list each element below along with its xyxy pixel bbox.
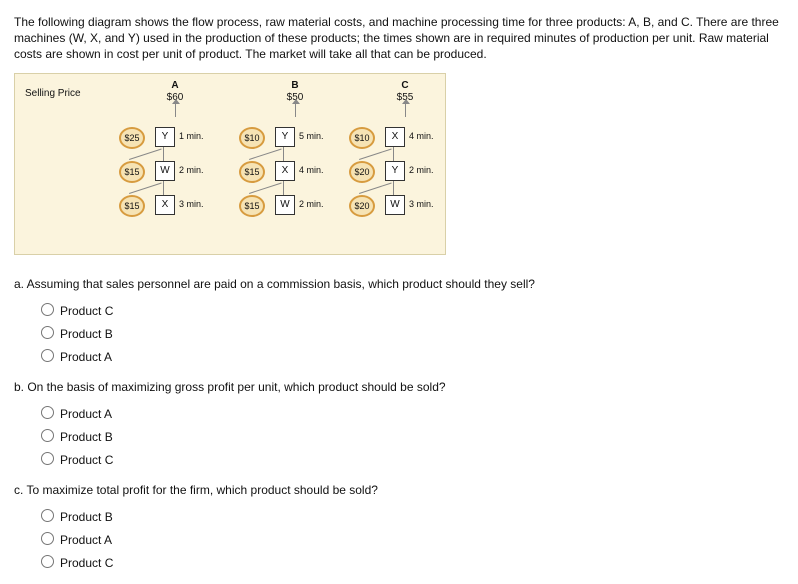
product-c-label: C xyxy=(345,80,465,91)
arrow-up-icon xyxy=(295,103,296,117)
radio-c-2[interactable] xyxy=(41,532,54,545)
cost-badge: $10 xyxy=(349,127,375,149)
option-label: Product B xyxy=(60,327,113,341)
stage-c-3: $20 W 3 min. xyxy=(345,191,465,219)
stage-c-2: $20 Y 2 min. xyxy=(345,157,465,185)
machine-box: Y xyxy=(385,161,405,181)
cost-badge: $25 xyxy=(119,127,145,149)
machine-box: X xyxy=(385,127,405,147)
stage-b-3: $15 W 2 min. xyxy=(235,191,355,219)
radio-a-3[interactable] xyxy=(41,349,54,362)
question-a-options: Product C Product B Product A xyxy=(36,299,784,364)
question-c-options: Product B Product A Product C xyxy=(36,505,784,570)
question-c-text: c. To maximize total profit for the firm… xyxy=(14,483,784,497)
intro-text: The following diagram shows the flow pro… xyxy=(14,14,784,63)
stage-a-3: $15 X 3 min. xyxy=(115,191,235,219)
product-column-c: C $55 $10 X 4 min. $20 Y 2 min. $20 W 3 … xyxy=(345,80,465,219)
product-a-label: A xyxy=(115,80,235,91)
cost-badge: $15 xyxy=(119,195,145,217)
time-label: 4 min. xyxy=(409,131,434,141)
option-label: Product B xyxy=(60,510,113,524)
question-b-options: Product A Product B Product C xyxy=(36,402,784,467)
time-label: 2 min. xyxy=(409,165,434,175)
machine-box: Y xyxy=(155,127,175,147)
stage-a-1: $25 Y 1 min. xyxy=(115,123,235,151)
time-label: 4 min. xyxy=(299,165,324,175)
question-a-text: a. Assuming that sales personnel are pai… xyxy=(14,277,784,291)
product-column-b: B $50 $10 Y 5 min. $15 X 4 min. $15 W 2 … xyxy=(235,80,355,219)
machine-box: W xyxy=(155,161,175,181)
time-label: 5 min. xyxy=(299,131,324,141)
arrow-up-icon xyxy=(405,103,406,117)
option-label: Product C xyxy=(60,556,113,570)
radio-c-3[interactable] xyxy=(41,555,54,568)
time-label: 2 min. xyxy=(299,199,324,209)
option-label: Product A xyxy=(60,350,112,364)
machine-box: W xyxy=(385,195,405,215)
stage-c-1: $10 X 4 min. xyxy=(345,123,465,151)
stage-b-1: $10 Y 5 min. xyxy=(235,123,355,151)
radio-a-2[interactable] xyxy=(41,326,54,339)
cost-badge: $20 xyxy=(349,195,375,217)
time-label: 3 min. xyxy=(179,199,204,209)
machine-box: W xyxy=(275,195,295,215)
radio-b-1[interactable] xyxy=(41,406,54,419)
machine-box: X xyxy=(275,161,295,181)
product-b-label: B xyxy=(235,80,355,91)
stage-b-2: $15 X 4 min. xyxy=(235,157,355,185)
option-label: Product C xyxy=(60,304,113,318)
time-label: 1 min. xyxy=(179,131,204,141)
arrow-up-icon xyxy=(175,103,176,117)
radio-b-3[interactable] xyxy=(41,452,54,465)
option-label: Product B xyxy=(60,430,113,444)
option-label: Product C xyxy=(60,453,113,467)
stage-a-2: $15 W 2 min. xyxy=(115,157,235,185)
question-b-text: b. On the basis of maximizing gross prof… xyxy=(14,380,784,394)
option-label: Product A xyxy=(60,533,112,547)
cost-badge: $15 xyxy=(119,161,145,183)
radio-a-1[interactable] xyxy=(41,303,54,316)
selling-price-label: Selling Price xyxy=(25,88,81,99)
time-label: 3 min. xyxy=(409,199,434,209)
cost-badge: $15 xyxy=(239,195,265,217)
machine-box: Y xyxy=(275,127,295,147)
cost-badge: $20 xyxy=(349,161,375,183)
cost-badge: $10 xyxy=(239,127,265,149)
radio-b-2[interactable] xyxy=(41,429,54,442)
time-label: 2 min. xyxy=(179,165,204,175)
radio-c-1[interactable] xyxy=(41,509,54,522)
machine-box: X xyxy=(155,195,175,215)
product-column-a: A $60 $25 Y 1 min. $15 W 2 min. $15 X 3 … xyxy=(115,80,235,219)
option-label: Product A xyxy=(60,407,112,421)
flow-diagram: Selling Price A $60 $25 Y 1 min. $15 W 2… xyxy=(14,73,446,255)
cost-badge: $15 xyxy=(239,161,265,183)
